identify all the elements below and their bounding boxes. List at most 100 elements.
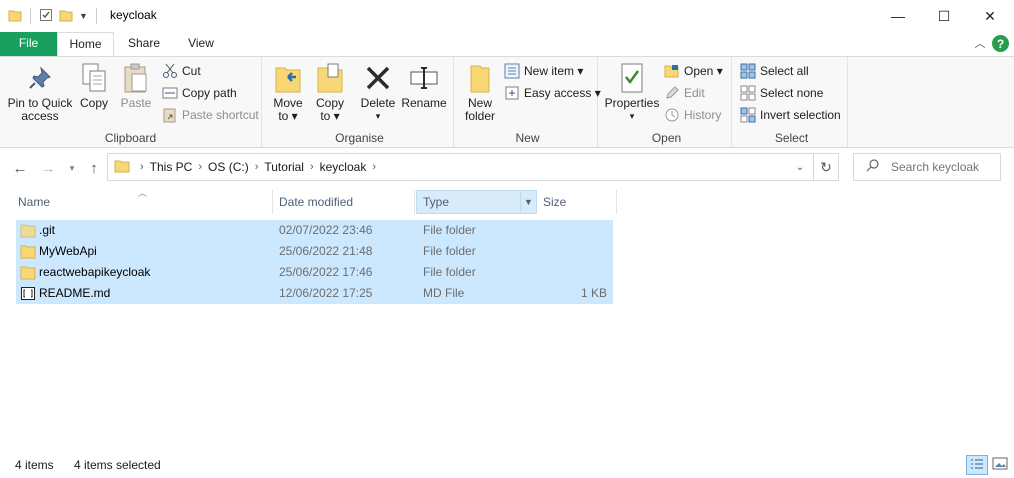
paste-shortcut-button[interactable]: Paste shortcut bbox=[162, 105, 259, 125]
properties-icon bbox=[616, 61, 648, 95]
minimize-button[interactable]: — bbox=[875, 0, 921, 32]
details-view-button[interactable] bbox=[966, 455, 988, 475]
cut-label: Cut bbox=[182, 64, 201, 78]
column-header-size[interactable]: Size bbox=[543, 188, 566, 216]
chevron-right-icon[interactable]: › bbox=[372, 161, 376, 173]
chevron-right-icon[interactable]: › bbox=[255, 161, 259, 173]
tab-home[interactable]: Home bbox=[57, 32, 114, 57]
paste-shortcut-label: Paste shortcut bbox=[182, 108, 259, 122]
folder-icon bbox=[20, 265, 36, 280]
file-name: README.md bbox=[39, 286, 111, 300]
open-button[interactable]: Open ▾ bbox=[664, 61, 723, 81]
edit-button[interactable]: Edit bbox=[664, 83, 705, 103]
file-row[interactable]: .git 02/07/2022 23:46 File folder bbox=[16, 220, 613, 241]
properties-icon[interactable] bbox=[39, 8, 53, 25]
help-button[interactable]: ? bbox=[992, 35, 1009, 52]
copy-icon bbox=[78, 61, 110, 95]
invert-selection-label: Invert selection bbox=[760, 108, 841, 122]
invert-selection-button[interactable]: Invert selection bbox=[740, 105, 841, 125]
back-button[interactable]: ← bbox=[10, 157, 30, 179]
chevron-right-icon[interactable]: › bbox=[198, 161, 202, 173]
ribbon: Pin to Quick access Copy Paste Cut Copy … bbox=[0, 56, 1014, 148]
close-button[interactable]: ✕ bbox=[967, 0, 1013, 32]
paste-button[interactable]: Paste bbox=[116, 61, 156, 110]
refresh-button[interactable]: ↻ bbox=[813, 154, 838, 180]
column-divider[interactable] bbox=[272, 190, 273, 214]
file-type: MD File bbox=[423, 286, 465, 300]
breadcrumb-keycloak[interactable]: keycloak bbox=[320, 160, 367, 174]
pin-label-2: access bbox=[21, 109, 59, 123]
breadcrumb-this-pc[interactable]: This PC bbox=[150, 160, 193, 174]
tab-file[interactable]: File bbox=[0, 32, 57, 56]
chevron-down-icon[interactable]: ▼ bbox=[520, 191, 536, 213]
properties-button[interactable]: Properties ▾ bbox=[604, 61, 660, 123]
paste-label: Paste bbox=[120, 96, 152, 110]
paste-icon bbox=[120, 61, 152, 95]
address-history-button[interactable]: ⌄ bbox=[788, 154, 812, 180]
maximize-button[interactable]: ☐ bbox=[921, 0, 967, 32]
file-row[interactable]: MyWebApi 25/06/2022 21:48 File folder bbox=[16, 241, 613, 262]
new-item-button[interactable]: New item ▾ bbox=[504, 61, 583, 81]
column-header-type[interactable]: Type ▼ bbox=[416, 190, 537, 214]
move-to-button[interactable]: Move to ▾ bbox=[270, 61, 306, 123]
tab-view[interactable]: View bbox=[174, 32, 228, 56]
paste-shortcut-icon bbox=[162, 107, 178, 123]
column-divider[interactable] bbox=[414, 190, 415, 214]
file-name: reactwebapikeycloak bbox=[39, 265, 151, 279]
recent-locations-button[interactable]: ▾ bbox=[62, 157, 82, 179]
search-icon bbox=[866, 159, 879, 175]
collapse-ribbon-button[interactable]: ︿ bbox=[972, 35, 988, 51]
pin-to-quick-access-button[interactable]: Pin to Quick access bbox=[6, 61, 74, 123]
breadcrumb-os-c[interactable]: OS (C:) bbox=[208, 160, 249, 174]
select-all-button[interactable]: Select all bbox=[740, 61, 809, 81]
file-size: 1 KB bbox=[580, 286, 607, 300]
new-folder-icon bbox=[464, 61, 496, 95]
rename-button[interactable]: Rename bbox=[401, 61, 447, 110]
select-none-button[interactable]: Select none bbox=[740, 83, 823, 103]
open-group: Properties ▾ Open ▾ Edit History Open bbox=[602, 57, 732, 147]
properties-label-2: ▾ bbox=[629, 111, 635, 121]
tab-share[interactable]: Share bbox=[118, 32, 170, 56]
column-divider[interactable] bbox=[616, 190, 617, 214]
arrow-left-icon: ← bbox=[12, 159, 28, 177]
chevron-right-icon[interactable]: › bbox=[310, 161, 314, 173]
arrow-up-icon: ↑ bbox=[90, 159, 98, 177]
scissors-icon bbox=[162, 63, 178, 79]
address-bar[interactable]: › This PC › OS (C:) › Tutorial › keycloa… bbox=[107, 153, 839, 181]
file-type: File folder bbox=[423, 244, 476, 258]
copy-path-button[interactable]: Copy path bbox=[162, 83, 237, 103]
copy-to-button[interactable]: Copy to ▾ bbox=[312, 61, 348, 123]
column-header-name[interactable]: Name bbox=[18, 188, 50, 216]
cut-button[interactable]: Cut bbox=[162, 61, 201, 81]
chevron-down-icon[interactable]: ▼ bbox=[79, 11, 88, 21]
folder-icon bbox=[8, 8, 22, 25]
search-input[interactable] bbox=[891, 160, 1001, 174]
file-row[interactable]: reactwebapikeycloak 25/06/2022 17:46 Fil… bbox=[16, 262, 613, 283]
ribbon-tabs: File Home Share View bbox=[0, 32, 1014, 57]
history-label: History bbox=[684, 108, 722, 122]
sort-arrow-icon: ︿ bbox=[138, 188, 148, 198]
refresh-icon: ↻ bbox=[820, 158, 832, 175]
forward-button[interactable]: → bbox=[38, 157, 58, 179]
copy-button[interactable]: Copy bbox=[76, 61, 112, 110]
select-group-label: Select bbox=[774, 131, 809, 145]
chevron-right-icon[interactable]: › bbox=[140, 161, 144, 173]
large-icons-view-button[interactable] bbox=[989, 455, 1011, 475]
help-icon: ? bbox=[996, 36, 1005, 51]
folder-icon bbox=[114, 159, 130, 176]
breadcrumb-tutorial[interactable]: Tutorial bbox=[264, 160, 304, 174]
easy-access-button[interactable]: Easy access ▾ bbox=[504, 83, 601, 103]
history-button[interactable]: History bbox=[664, 105, 721, 125]
up-button[interactable]: ↑ bbox=[84, 157, 104, 179]
column-header-date-modified[interactable]: Date modified bbox=[279, 188, 353, 216]
copy-label: Copy bbox=[79, 96, 108, 110]
chevron-down-icon: ▾ bbox=[69, 162, 75, 173]
folder-icon bbox=[20, 244, 36, 259]
new-folder-icon[interactable] bbox=[59, 8, 73, 25]
search-box[interactable] bbox=[853, 153, 1001, 181]
chevron-up-icon: ︿ bbox=[974, 38, 986, 50]
new-folder-button[interactable]: New folder bbox=[462, 61, 498, 123]
file-row[interactable]: README.md 12/06/2022 17:25 MD File 1 KB bbox=[16, 283, 613, 304]
divider bbox=[95, 8, 97, 24]
delete-button[interactable]: Delete ▾ bbox=[360, 61, 396, 123]
